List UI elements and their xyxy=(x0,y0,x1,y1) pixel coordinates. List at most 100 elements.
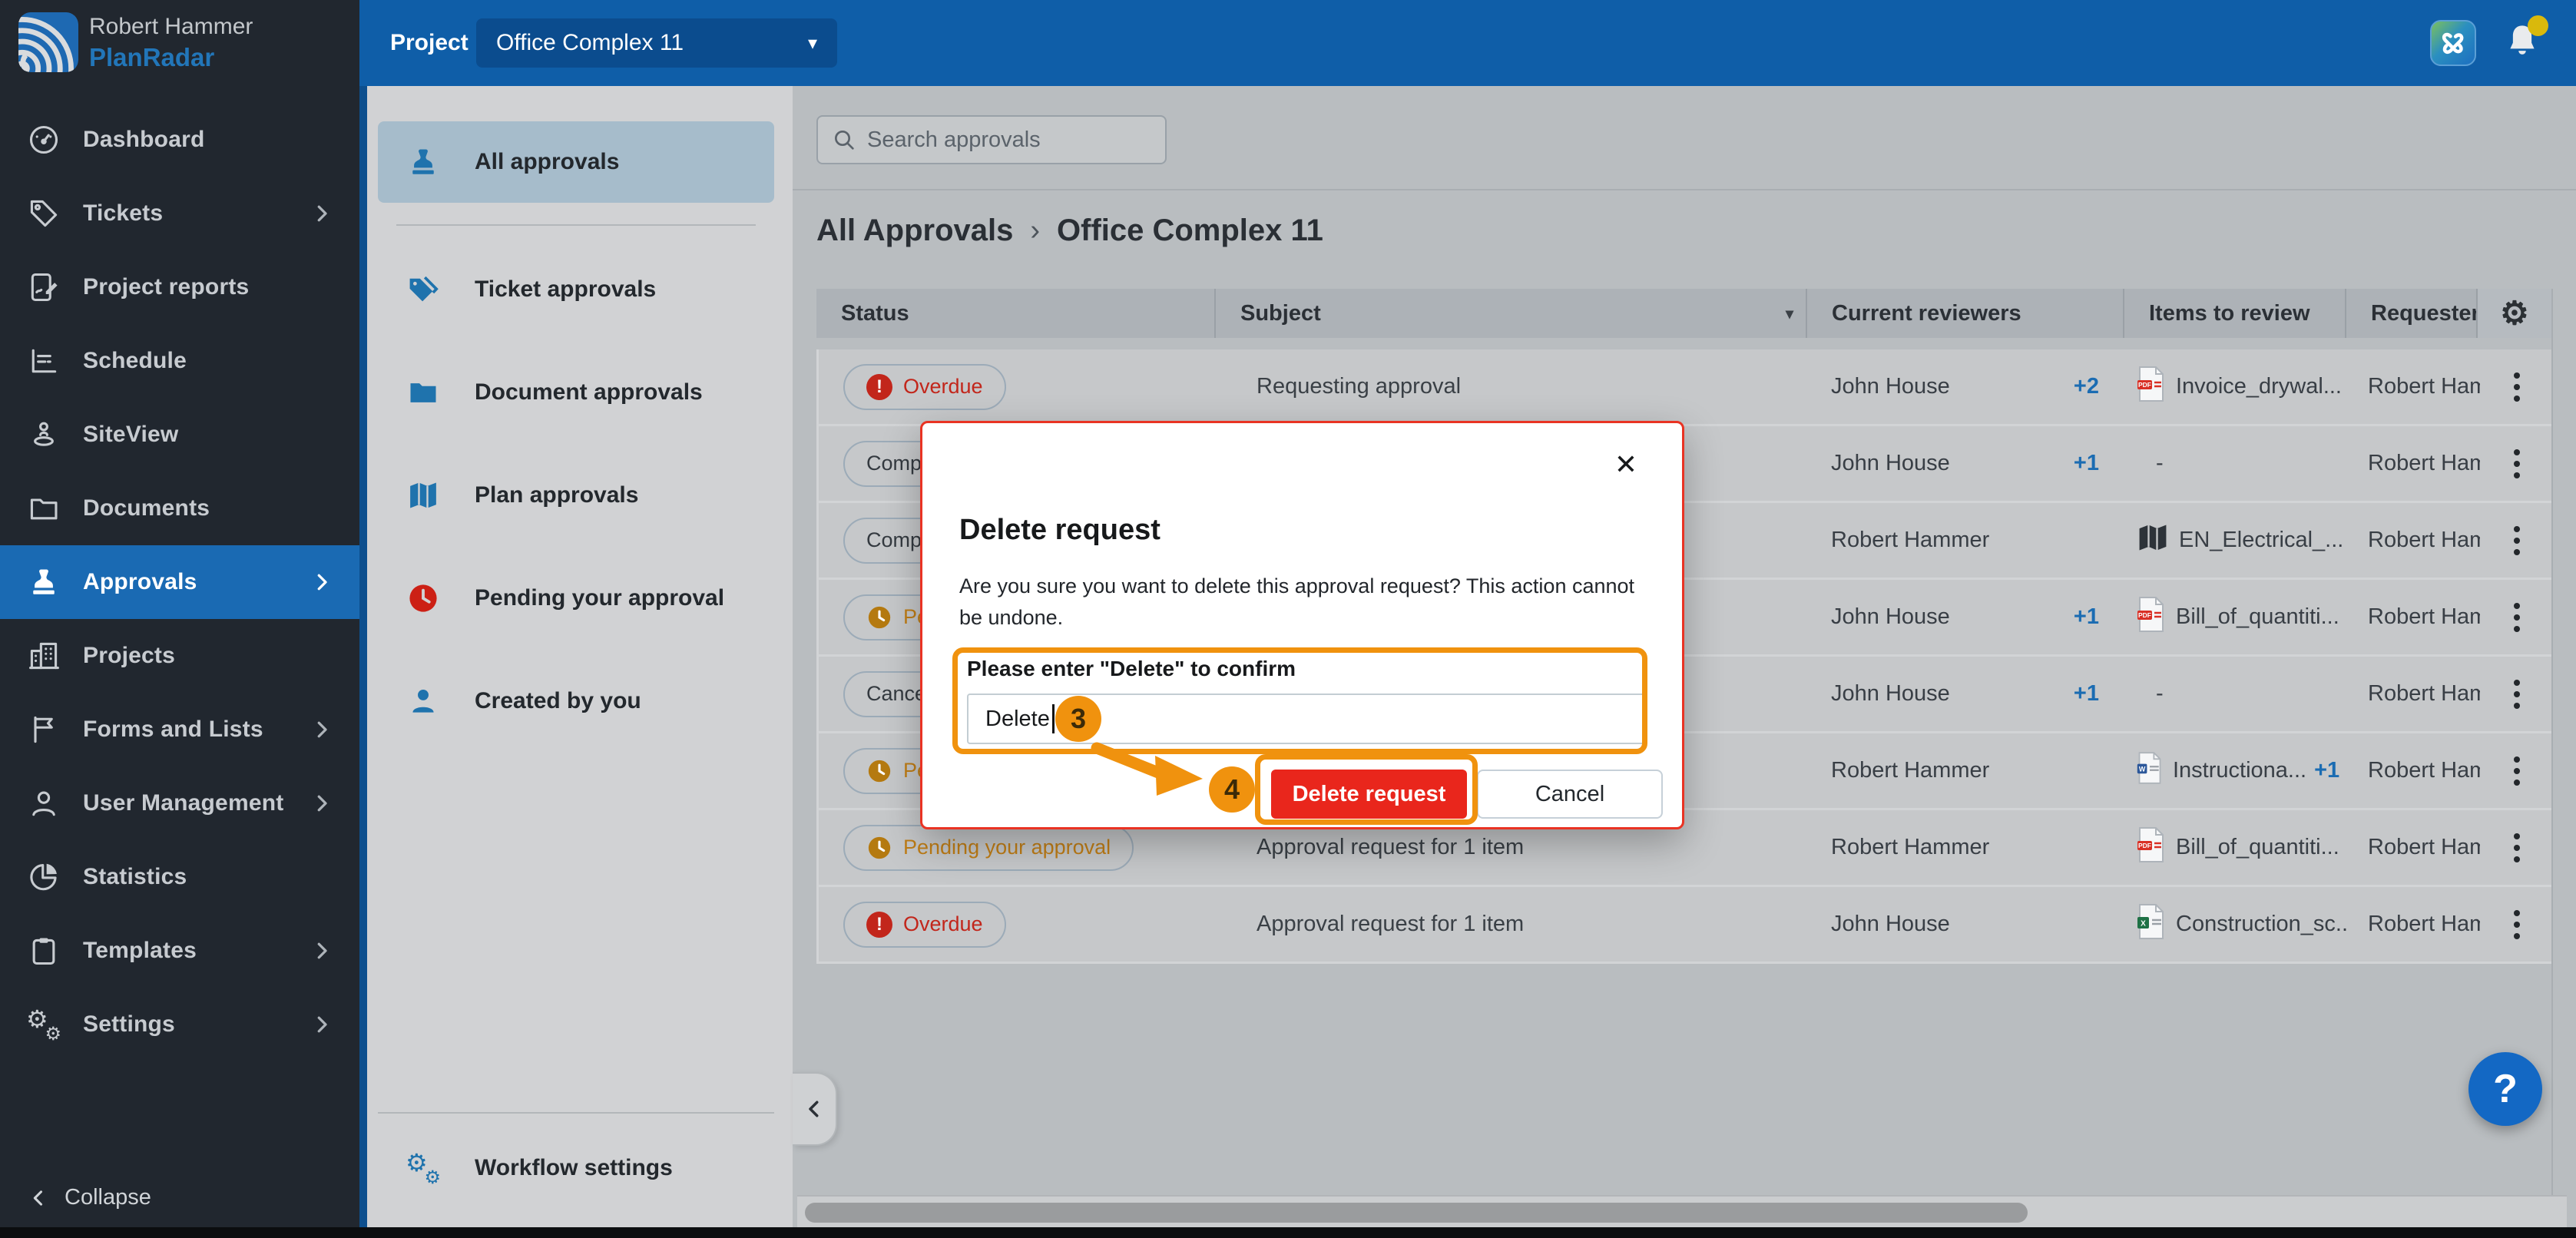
sidebar-item-label: Document approvals xyxy=(475,379,703,405)
collapse-label: Collapse xyxy=(65,1185,151,1210)
connect-app-icon[interactable] xyxy=(2430,20,2476,66)
cancel-button[interactable]: Cancel xyxy=(1477,770,1663,819)
requester-cell: Robert Hammer xyxy=(2349,451,2480,476)
schedule-icon xyxy=(26,343,61,379)
breadcrumb-parent[interactable]: All Approvals xyxy=(816,214,1013,248)
item-file-name[interactable]: EN_Electrical_... xyxy=(2179,528,2343,553)
status-badge: Pending your approval xyxy=(843,825,1134,871)
sidebar-item-workflow-settings[interactable]: ⚙⚙ Workflow settings xyxy=(378,1127,774,1209)
item-file-name[interactable]: Bill_of_quantiti... xyxy=(2176,835,2339,860)
table-row[interactable]: !OverdueApproval request for 1 itemJohn … xyxy=(819,887,2551,964)
item-file-name[interactable]: Invoice_drywal... xyxy=(2176,374,2342,399)
reviewer-name: Robert Hammer xyxy=(1831,835,1989,860)
subject-cell[interactable]: Requesting approval xyxy=(1218,374,1809,399)
more-reviewers-badge[interactable]: +2 xyxy=(2074,374,2099,399)
confirm-input-label: Please enter "Delete" to confirm xyxy=(967,657,1296,681)
main-sidebar: DashboardTicketsProject reportsScheduleS… xyxy=(0,86,359,1227)
sidebar-item-created-by-you[interactable]: Created by you xyxy=(378,660,774,742)
reviewer-name: Robert Hammer xyxy=(1831,758,1989,783)
sidebar-item-user-management[interactable]: User Management xyxy=(0,766,359,840)
horizontal-scrollbar[interactable] xyxy=(797,1195,2567,1227)
delete-request-button[interactable]: Delete request xyxy=(1271,770,1467,819)
kebab-menu-icon[interactable] xyxy=(2509,595,2525,639)
chevron-right-icon: › xyxy=(1030,214,1040,247)
table-row[interactable]: !OverdueRequesting approvalJohn House+2P… xyxy=(819,349,2551,426)
tags-icon xyxy=(406,272,441,307)
more-reviewers-badge[interactable]: +1 xyxy=(2074,681,2099,707)
sidebar-item-plan-approvals[interactable]: Plan approvals xyxy=(378,455,774,536)
kebab-menu-icon[interactable] xyxy=(2509,749,2525,793)
sidebar-item-templates[interactable]: Templates xyxy=(0,914,359,988)
approvals-sidebar: All approvals Ticket approvals Document ap… xyxy=(359,86,793,1227)
column-header-items-to-review[interactable]: Items to review xyxy=(2124,289,2346,338)
delete-confirm-input[interactable]: Delete xyxy=(967,693,1646,744)
sidebar-item-tickets[interactable]: Tickets xyxy=(0,177,359,250)
requester-cell: Robert Hammer xyxy=(2349,758,2480,783)
more-reviewers-badge[interactable]: +1 xyxy=(2074,604,2099,630)
more-reviewers-badge[interactable]: +1 xyxy=(2074,451,2099,476)
items-to-review-cell: EN_Electrical_... xyxy=(2127,521,2349,561)
sidebar-item-label: Plan approvals xyxy=(475,482,638,508)
subject-cell[interactable]: Approval request for 1 item xyxy=(1218,912,1809,937)
sidebar-item-pending-your-approval[interactable]: Pending your approval xyxy=(378,558,774,639)
svg-text:PDF: PDF xyxy=(2138,611,2151,619)
status-label: Pending your approval xyxy=(903,836,1111,859)
kebab-menu-icon[interactable] xyxy=(2509,365,2525,409)
sidebar-item-label: Tickets xyxy=(83,200,163,227)
sidebar-item-ticket-approvals[interactable]: Ticket approvals xyxy=(378,249,774,330)
sidebar-item-label: Documents xyxy=(83,495,210,521)
sidebar-item-label: Settings xyxy=(83,1011,175,1038)
breadcrumb-current: Office Complex 11 xyxy=(1057,214,1323,248)
project-selector[interactable]: Office Complex 11 ▾ xyxy=(476,18,837,68)
planradar-logo-icon[interactable] xyxy=(18,12,78,72)
sidebar-item-dashboard[interactable]: Dashboard xyxy=(0,103,359,177)
sidebar-item-settings[interactable]: ⚙⚙Settings xyxy=(0,988,359,1061)
close-icon[interactable]: ✕ xyxy=(1614,451,1637,478)
sidebar-collapse-button[interactable]: Collapse xyxy=(28,1185,151,1210)
item-file-name[interactable]: Construction_sc... xyxy=(2176,912,2349,937)
divider xyxy=(793,189,2576,190)
scrollbar-thumb[interactable] xyxy=(805,1203,2028,1223)
sidebar-item-schedule[interactable]: Schedule xyxy=(0,324,359,398)
item-file-name[interactable]: Instructiona... xyxy=(2173,758,2306,783)
report-icon xyxy=(26,270,61,305)
sidebar-item-project-reports[interactable]: Project reports xyxy=(0,250,359,324)
help-button[interactable]: ? xyxy=(2468,1052,2542,1126)
chevron-right-icon xyxy=(310,1013,333,1036)
brand-name: PlanRadar xyxy=(89,43,214,72)
search-input[interactable] xyxy=(867,127,1151,153)
planradar-app: Robert Hammer PlanRadar Project Office C… xyxy=(0,0,2576,1238)
kebab-menu-icon[interactable] xyxy=(2509,902,2525,946)
more-items-badge[interactable]: +1 xyxy=(2314,758,2339,783)
sidebar-item-documents[interactable]: Documents xyxy=(0,472,359,545)
sidebar-item-siteview[interactable]: SiteView xyxy=(0,398,359,472)
search-box[interactable] xyxy=(816,115,1167,164)
folder-solid-icon xyxy=(406,375,441,410)
sidebar-item-statistics[interactable]: Statistics xyxy=(0,840,359,914)
sidebar-item-label: Workflow settings xyxy=(475,1155,673,1181)
subject-cell[interactable]: Approval request for 1 item xyxy=(1218,835,1809,860)
panel-collapse-tab[interactable] xyxy=(793,1072,837,1146)
column-header-requester[interactable]: Requester xyxy=(2346,289,2478,338)
sidebar-item-projects[interactable]: Projects xyxy=(0,619,359,693)
notifications-bell-icon[interactable] xyxy=(2502,22,2545,66)
sort-caret-icon[interactable]: ▾ xyxy=(1786,304,1793,323)
item-file-name[interactable]: Bill_of_quantiti... xyxy=(2176,604,2339,630)
column-header-subject[interactable]: Subject ▾ xyxy=(1216,289,1807,338)
kebab-menu-icon[interactable] xyxy=(2509,518,2525,562)
kebab-menu-icon[interactable] xyxy=(2509,442,2525,485)
status-label: Overdue xyxy=(903,912,983,936)
sidebar-item-document-approvals[interactable]: Document approvals xyxy=(378,352,774,433)
sidebar-item-all-approvals[interactable]: All approvals xyxy=(378,121,774,203)
column-header-current-reviewers[interactable]: Current reviewers xyxy=(1807,289,2124,338)
pdf-file-icon: PDF xyxy=(2136,826,2167,869)
sidebar-item-forms-and-lists[interactable]: Forms and Lists xyxy=(0,693,359,766)
sidebar-item-approvals[interactable]: Approvals xyxy=(0,545,359,619)
kebab-menu-icon[interactable] xyxy=(2509,826,2525,869)
pdf-file-icon: PDF xyxy=(2136,596,2167,639)
column-header-status[interactable]: Status xyxy=(816,289,1216,338)
gear-icon[interactable]: ⚙ xyxy=(2500,297,2529,329)
kebab-menu-icon[interactable] xyxy=(2509,672,2525,716)
reviewer-name: Robert Hammer xyxy=(1831,528,1989,553)
chevron-right-icon xyxy=(310,718,333,741)
